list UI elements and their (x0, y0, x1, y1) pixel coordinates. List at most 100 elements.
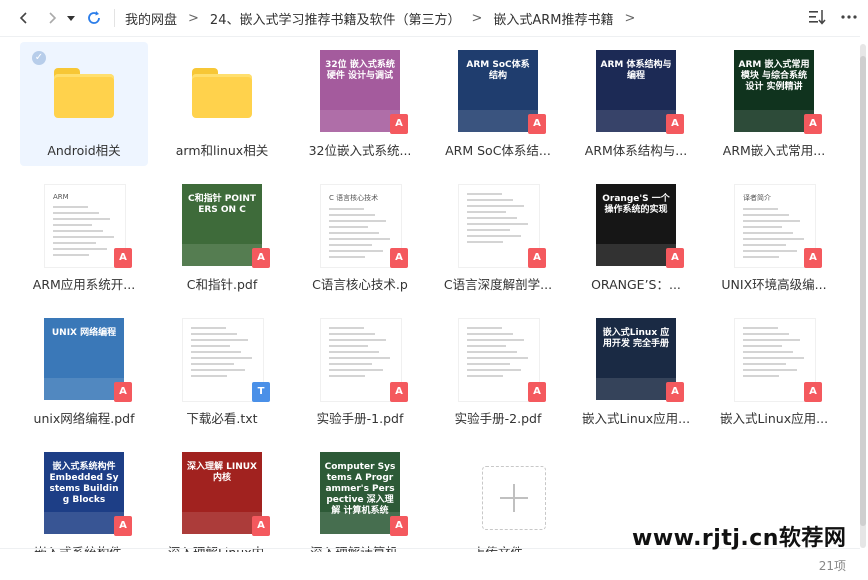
cover-title: C和指针 POINTERS ON C (187, 194, 256, 215)
file-tile[interactable]: 译者简介 A UNIX环境高级编... (710, 176, 838, 300)
file-name[interactable]: C和指针.pdf (160, 274, 284, 293)
history-dropdown[interactable] (64, 6, 78, 30)
thumbnail: A (458, 184, 546, 268)
refresh-button[interactable] (82, 6, 106, 30)
file-tile[interactable]: Computer Systems A Programmer's Perspect… (296, 444, 424, 552)
sort-button[interactable] (808, 8, 826, 30)
breadcrumb-item[interactable]: 24、嵌入式学习推荐书籍及软件（第三方） (210, 9, 461, 28)
thumbnail (182, 50, 262, 132)
breadcrumb-separator: > (188, 10, 199, 26)
thumbnail: C和指针 POINTERS ON C A (182, 184, 270, 268)
file-tile[interactable]: ARM 体系结构与编程 A ARM体系结构与... (572, 42, 700, 166)
item-count: 21项 (818, 559, 846, 573)
file-tile[interactable]: 嵌入式系统构件 Embedded Systems Building Blocks… (20, 444, 148, 552)
document-thumbnail: ARM SoC体系结构 (458, 50, 538, 132)
thumbnail: 嵌入式系统构件 Embedded Systems Building Blocks… (44, 452, 132, 536)
file-name[interactable]: ORANGE’S：... (574, 274, 698, 293)
file-grid: ✓ Android相关 arm和linux相关 32位 嵌入式系统硬件 设计与调试 A 3… (20, 42, 850, 552)
file-tile[interactable]: Orange'S 一个操作系统的实现 A ORANGE’S：... (572, 176, 700, 300)
upload-file-tile[interactable]: 上传文件 (434, 444, 562, 552)
thumbnail: Orange'S 一个操作系统的实现 A (596, 184, 684, 268)
file-name[interactable]: ARM SoC体系结... (436, 140, 560, 159)
breadcrumb-item[interactable]: 我的网盘 (125, 9, 177, 28)
pdf-file-icon: A (666, 382, 684, 402)
file-tile[interactable]: UNIX 网络编程 Aunix网络编程.pdf (20, 310, 148, 434)
chevron-right-icon (49, 12, 57, 24)
plus-icon[interactable] (482, 466, 546, 530)
document-thumbnail: ARM 嵌入式常用模块 与综合系统设计 实例精讲 (734, 50, 814, 132)
file-tile[interactable]: ARM 嵌入式常用模块 与综合系统设计 实例精讲 A ARM嵌入式常用... (710, 42, 838, 166)
pdf-file-icon: A (252, 516, 270, 536)
document-thumbnail: 嵌入式系统构件 Embedded Systems Building Blocks (44, 452, 124, 534)
file-tile[interactable]: ARM A ARM应用系统开... (20, 176, 148, 300)
file-tile[interactable]: C和指针 POINTERS ON C A C和指针.pdf (158, 176, 286, 300)
cover-title: ARM (53, 193, 69, 201)
thumbnail: 深入理解 LINUX 内核 A (182, 452, 270, 536)
file-tile[interactable]: A 嵌入式Linux应用... (710, 310, 838, 434)
file-name[interactable]: 嵌入式Linux应用... (712, 408, 836, 427)
file-name[interactable]: 深入理解Linux内... (160, 542, 284, 552)
file-tile[interactable]: ARM SoC体系结构 A ARM SoC体系结... (434, 42, 562, 166)
folder-tile[interactable]: ✓ Android相关 (20, 42, 148, 166)
caret-down-icon (67, 16, 75, 21)
thumbnail: C 语言核心技术 A (320, 184, 408, 268)
cover-title: C 语言核心技术 (329, 194, 379, 202)
file-name[interactable]: UNIX环境高级编... (712, 274, 836, 293)
file-name[interactable]: C语言核心技术.p (298, 274, 422, 293)
thumbnail: T (182, 318, 270, 402)
file-name[interactable]: ARM应用系统开... (22, 274, 146, 293)
file-name[interactable]: ARM体系结构与... (574, 140, 698, 159)
breadcrumb-item-current[interactable]: 嵌入式ARM推荐书籍 (493, 9, 613, 28)
cover-title: ARM 嵌入式常用模块 与综合系统设计 实例精讲 (738, 60, 810, 92)
file-tile[interactable]: T 下载必看.txt (158, 310, 286, 434)
file-name[interactable]: 嵌入式Linux应用... (574, 408, 698, 427)
file-name[interactable]: 实验手册-1.pdf (298, 408, 422, 427)
file-name[interactable]: 嵌入式系统构件... (22, 542, 146, 552)
file-name[interactable]: ARM嵌入式常用... (712, 140, 836, 159)
thumbnail: ARM A (44, 184, 132, 268)
sort-icon (809, 10, 826, 25)
file-name[interactable]: 下载必看.txt (160, 408, 284, 427)
file-tile[interactable]: A C语言深度解剖学... (434, 176, 562, 300)
file-name[interactable]: 32位嵌入式系统... (298, 140, 422, 159)
back-button[interactable] (12, 6, 36, 30)
toolbar: 我的网盘 > 24、嵌入式学习推荐书籍及软件（第三方） > 嵌入式ARM推荐书籍… (0, 0, 868, 36)
pdf-file-icon: A (114, 516, 132, 536)
pdf-file-icon: A (390, 114, 408, 134)
cover-title: ARM 体系结构与编程 (600, 60, 672, 81)
file-tile[interactable]: 深入理解 LINUX 内核 A 深入理解Linux内... (158, 444, 286, 552)
file-tile[interactable]: A 实验手册-2.pdf (434, 310, 562, 434)
pdf-file-icon: A (252, 248, 270, 268)
file-name[interactable]: Android相关 (22, 140, 146, 159)
file-name[interactable]: 深入理解计算机... (298, 542, 422, 552)
cover-title: 32位 嵌入式系统硬件 设计与调试 (325, 60, 395, 81)
thumbnail (44, 50, 124, 132)
file-name[interactable]: 上传文件 (436, 542, 560, 552)
file-tile[interactable]: C 语言核心技术 A C语言核心技术.p (296, 176, 424, 300)
more-icon (841, 15, 857, 19)
file-tile[interactable]: A 实验手册-1.pdf (296, 310, 424, 434)
thumbnail (458, 452, 546, 534)
refresh-icon (88, 11, 100, 24)
file-name[interactable]: 实验手册-2.pdf (436, 408, 560, 427)
scrollbar-thumb[interactable] (860, 56, 866, 526)
thumbnail: Computer Systems A Programmer's Perspect… (320, 452, 408, 536)
document-thumbnail: 嵌入式Linux 应用开发 完全手册 (596, 318, 676, 400)
pdf-file-icon: A (528, 382, 546, 402)
folder-tile[interactable]: arm和linux相关 (158, 42, 286, 166)
pdf-file-icon: A (390, 248, 408, 268)
thumbnail: 32位 嵌入式系统硬件 设计与调试 A (320, 50, 408, 134)
file-name[interactable]: unix网络编程.pdf (22, 408, 146, 427)
thumbnail: ARM 体系结构与编程 A (596, 50, 684, 134)
more-button[interactable] (840, 8, 858, 30)
thumbnail: 译者简介 A (734, 184, 822, 268)
forward-button[interactable] (40, 6, 64, 30)
file-name[interactable]: C语言深度解剖学... (436, 274, 560, 293)
pdf-file-icon: A (390, 382, 408, 402)
file-name[interactable]: arm和linux相关 (160, 140, 284, 159)
thumbnail: ARM 嵌入式常用模块 与综合系统设计 实例精讲 A (734, 50, 822, 134)
file-tile[interactable]: 32位 嵌入式系统硬件 设计与调试 A 32位嵌入式系统... (296, 42, 424, 166)
breadcrumb-separator: > (471, 10, 483, 26)
pdf-file-icon: A (114, 382, 132, 402)
file-tile[interactable]: 嵌入式Linux 应用开发 完全手册 A 嵌入式Linux应用... (572, 310, 700, 434)
